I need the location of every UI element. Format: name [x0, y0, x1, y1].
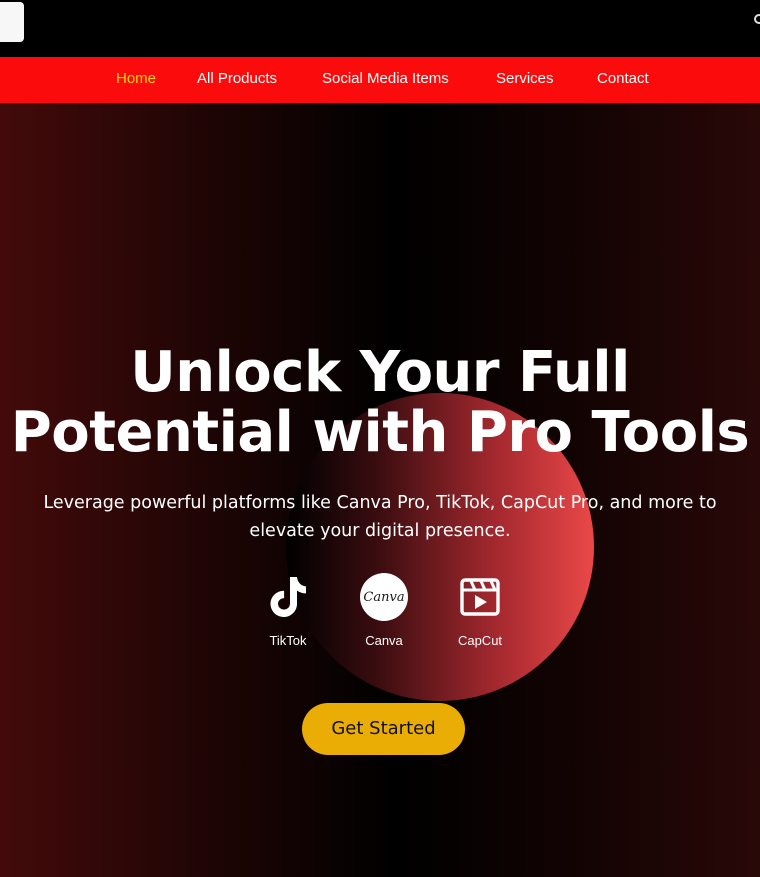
- nav-item-contact[interactable]: Contact: [597, 70, 649, 87]
- hero-title-line-1: Unlock Your Full: [130, 340, 630, 405]
- capcut-icon: [460, 578, 500, 616]
- tiktok-icon: [270, 577, 306, 617]
- logo[interactable]: [0, 2, 24, 42]
- nav-item-home[interactable]: Home: [116, 70, 156, 87]
- platform-capcut[interactable]: CapCut: [440, 573, 520, 648]
- main-nav: Home All Products Social Media Items Ser…: [0, 57, 760, 103]
- hero-section: Unlock Your Full Potential with Pro Tool…: [0, 103, 760, 877]
- get-started-button[interactable]: Get Started: [302, 703, 465, 755]
- hero-title: Unlock Your Full Potential with Pro Tool…: [0, 343, 760, 463]
- canva-logo-text: Canva: [363, 590, 404, 605]
- search-icon[interactable]: [754, 12, 760, 28]
- hero-title-line-2: Potential with Pro Tools: [10, 400, 750, 465]
- platform-label-tiktok: TikTok: [269, 633, 307, 648]
- platform-label-capcut: CapCut: [457, 633, 503, 648]
- platform-tiktok[interactable]: TikTok: [248, 573, 328, 648]
- nav-item-services[interactable]: Services: [496, 70, 554, 87]
- hero-subtitle-line-1: Leverage powerful platforms like Canva P…: [43, 493, 717, 513]
- canva-icon: Canva: [360, 573, 408, 621]
- hero-subtitle-line-2: elevate your digital presence.: [249, 521, 511, 541]
- nav-item-all-products[interactable]: All Products: [197, 70, 277, 87]
- hero-subtitle: Leverage powerful platforms like Canva P…: [40, 489, 720, 545]
- top-header: [0, 0, 760, 57]
- nav-item-social-media-items[interactable]: Social Media Items: [322, 70, 449, 87]
- platform-label-canva: Canva: [365, 633, 403, 648]
- platform-canva[interactable]: Canva Canva: [344, 573, 424, 648]
